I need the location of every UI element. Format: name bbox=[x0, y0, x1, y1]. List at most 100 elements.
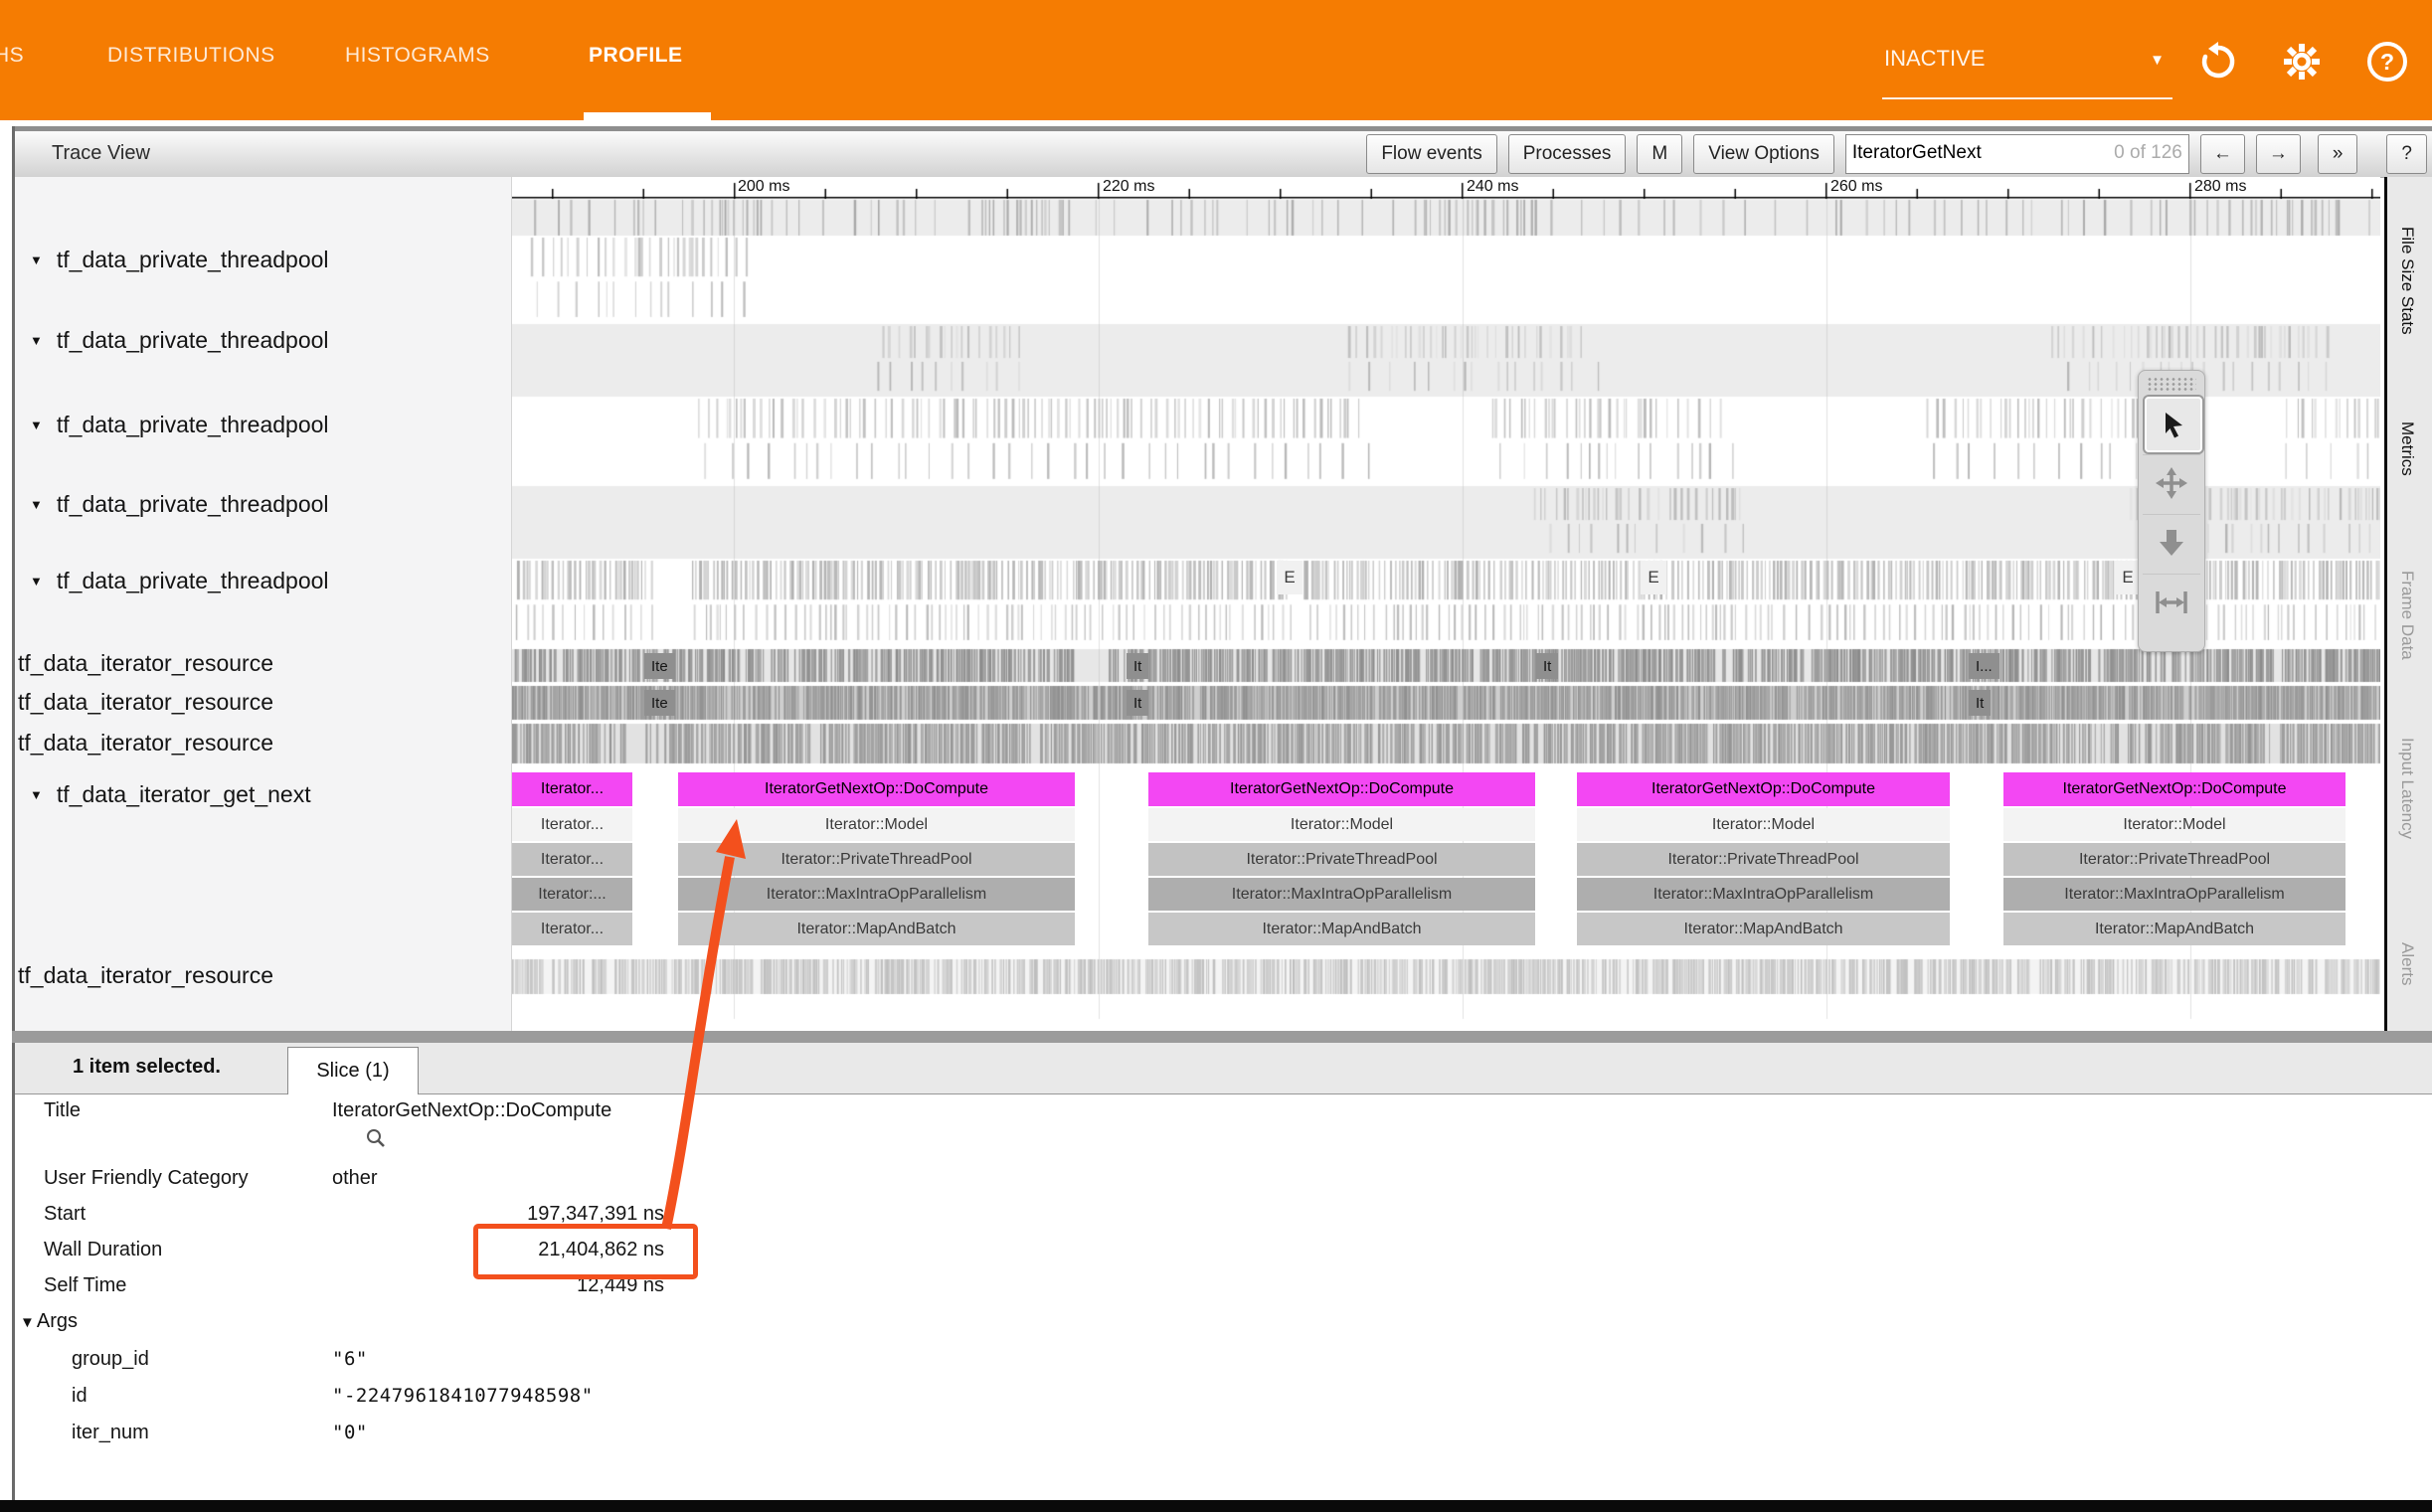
search-input[interactable] bbox=[1852, 135, 2081, 171]
side-tab-file-size-stats[interactable]: File Size Stats bbox=[2397, 227, 2417, 335]
magnifier-icon[interactable] bbox=[364, 1127, 388, 1151]
triangle-down-icon: ▼ bbox=[30, 497, 43, 512]
find-next-button[interactable]: → bbox=[2256, 134, 2301, 174]
slice-iterator-mapandbatch[interactable]: Iterator::MapAndBatch bbox=[678, 913, 1075, 945]
zoom-mode-button[interactable] bbox=[2143, 514, 2200, 571]
slice-iterator-model[interactable]: Iterator::Model bbox=[2003, 808, 2345, 841]
triangle-down-icon: ▼ bbox=[30, 252, 43, 267]
slice-iteratorgetnextop-docompute[interactable]: IteratorGetNextOp::DoCompute bbox=[2003, 772, 2345, 806]
track-name: tf_data_iterator_resource bbox=[18, 650, 273, 676]
track-name: tf_data_private_threadpool bbox=[57, 327, 329, 353]
flow-events-button[interactable]: Flow events bbox=[1366, 134, 1496, 174]
slice-iteratorgetnextop-docompute[interactable]: IteratorGetNextOp::DoCompute bbox=[1577, 772, 1950, 806]
track-name-panel: ▼ tf_data_private_threadpool ▼ tf_data_priv… bbox=[15, 177, 512, 1031]
cursor-arrow-icon bbox=[2159, 410, 2188, 439]
slice-iteratorgetnextop-docompute[interactable]: IteratorGetNextOp::DoCompute bbox=[678, 772, 1075, 806]
ruler-tick-label: 240 ms bbox=[1467, 178, 1518, 196]
svg-text:?: ? bbox=[2380, 49, 2394, 75]
ruler-tick-label: 280 ms bbox=[2194, 178, 2246, 196]
resource-slice-label[interactable]: Ite bbox=[644, 653, 675, 679]
palette-grip-handle[interactable] bbox=[2147, 377, 2196, 393]
slice-iterator-maxintraopparallelism[interactable]: Iterator::MaxIntraOpParallelism bbox=[678, 878, 1075, 911]
annotation-highlight-box bbox=[473, 1224, 698, 1279]
select-mode-button[interactable] bbox=[2143, 395, 2204, 454]
track-name: tf_data_private_threadpool bbox=[57, 568, 329, 593]
slice-iterator-maxintraopparallelism[interactable]: Iterator::MaxIntraOpParallelism bbox=[1148, 878, 1535, 911]
window-bottom-edge bbox=[0, 1500, 2432, 1512]
resource-slice-label[interactable]: I... bbox=[1969, 653, 1999, 679]
search-match-count: 0 of 126 bbox=[2114, 142, 2182, 164]
tab-profile[interactable]: PROFILE bbox=[589, 44, 683, 68]
tab-slice[interactable]: Slice (1) bbox=[287, 1047, 419, 1094]
timing-mode-button[interactable] bbox=[2143, 574, 2200, 630]
analysis-sidebar: File Size Stats Metrics Frame Data Input La… bbox=[2384, 177, 2432, 1031]
track-header-tf-data-iterator-resource: tf_data_iterator_resource bbox=[18, 689, 273, 716]
slice-iterator[interactable]: Iterator... bbox=[512, 772, 632, 806]
side-tab-input-latency[interactable]: Input Latency bbox=[2397, 738, 2417, 839]
slice-iterator-maxintraopparallelism[interactable]: Iterator::MaxIntraOpParallelism bbox=[1577, 878, 1950, 911]
triangle-down-icon: ▼ bbox=[30, 787, 43, 802]
instant-event-marker[interactable]: E bbox=[1277, 561, 1303, 594]
track-name: tf_data_private_threadpool bbox=[57, 491, 329, 517]
resource-slice-label[interactable]: It bbox=[1969, 690, 1991, 716]
pan-mode-button[interactable] bbox=[2143, 454, 2200, 511]
timeline-area[interactable]: 200 ms220 ms240 ms260 ms280 msEEEIteItIt… bbox=[512, 177, 2380, 1031]
track-header-tf-data-iterator-resource: tf_data_iterator_resource bbox=[18, 730, 273, 756]
slice-iterator-mapandbatch[interactable]: Iterator::MapAndBatch bbox=[1577, 913, 1950, 945]
triangle-down-icon: ▼ bbox=[20, 1314, 35, 1331]
track-name: tf_data_iterator_resource bbox=[18, 689, 273, 715]
slice-iterator-model[interactable]: Iterator::Model bbox=[1148, 808, 1535, 841]
resource-slice-label[interactable]: Ite bbox=[644, 690, 675, 716]
triangle-down-icon: ▼ bbox=[30, 418, 43, 432]
ruler-tick-label: 200 ms bbox=[738, 178, 789, 196]
tab-histograms[interactable]: HISTOGRAMS bbox=[345, 44, 490, 68]
instant-event-marker[interactable]: E bbox=[1641, 561, 1666, 594]
slice-iteratorgetnextop-docompute[interactable]: IteratorGetNextOp::DoCompute bbox=[1148, 772, 1535, 806]
slice-iterator[interactable]: Iterator:... bbox=[512, 878, 632, 911]
start-value: 197,347,391 ns bbox=[332, 1203, 664, 1226]
title-label: Title bbox=[44, 1099, 81, 1122]
resource-slice-label[interactable]: It bbox=[1127, 690, 1148, 716]
slice-iterator-privatethreadpool[interactable]: Iterator::PrivateThreadPool bbox=[1577, 843, 1950, 876]
processes-button[interactable]: Processes bbox=[1508, 134, 1627, 174]
slice-iterator-mapandbatch[interactable]: Iterator::MapAndBatch bbox=[2003, 913, 2345, 945]
metadata-button[interactable]: M bbox=[1637, 134, 1682, 174]
panel-divider[interactable] bbox=[12, 1031, 2432, 1043]
side-tab-frame-data[interactable]: Frame Data bbox=[2397, 571, 2417, 660]
refresh-icon[interactable] bbox=[2196, 40, 2240, 84]
find-previous-button[interactable]: ← bbox=[2200, 134, 2245, 174]
slice-iterator-privatethreadpool[interactable]: Iterator::PrivateThreadPool bbox=[678, 843, 1075, 876]
slice-iterator[interactable]: Iterator... bbox=[512, 808, 632, 841]
side-tab-alerts[interactable]: Alerts bbox=[2397, 942, 2417, 985]
track-header-tf-data-private-threadpool[interactable]: ▼ tf_data_private_threadpool bbox=[30, 491, 329, 518]
slice-iterator[interactable]: Iterator... bbox=[512, 843, 632, 876]
track-header-tf-data-iterator-get-next[interactable]: ▼tf_data_iterator_get_next bbox=[30, 781, 311, 808]
tab-graphs[interactable]: HS bbox=[0, 44, 24, 68]
slice-iterator-maxintraopparallelism[interactable]: Iterator::MaxIntraOpParallelism bbox=[2003, 878, 2345, 911]
help-icon[interactable]: ? bbox=[2365, 40, 2409, 84]
track-header-tf-data-private-threadpool[interactable]: ▼tf_data_private_threadpool bbox=[30, 412, 329, 438]
trace-view-title: Trace View bbox=[52, 142, 150, 165]
trace-view-toolbar: Trace View Flow events Processes M View … bbox=[15, 131, 2432, 178]
track-header-tf-data-private-threadpool[interactable]: ▼tf_data_private_threadpool bbox=[30, 327, 329, 354]
slice-iterator-mapandbatch[interactable]: Iterator::MapAndBatch bbox=[1148, 913, 1535, 945]
args-section-toggle[interactable]: ▼Args bbox=[20, 1310, 78, 1333]
run-selector-dropdown[interactable]: INACTIVE ▼ bbox=[1882, 38, 2172, 99]
resource-slice-label[interactable]: It bbox=[1536, 653, 1558, 679]
side-tab-metrics[interactable]: Metrics bbox=[2397, 421, 2417, 476]
find-control: 0 of 126 bbox=[1845, 134, 2189, 174]
collapse-controls-button[interactable]: » bbox=[2318, 134, 2358, 174]
help-shortcut-button[interactable]: ? bbox=[2386, 134, 2427, 174]
slice-iterator-model[interactable]: Iterator::Model bbox=[678, 808, 1075, 841]
slice-iterator-privatethreadpool[interactable]: Iterator::PrivateThreadPool bbox=[1148, 843, 1535, 876]
track-header-tf-data-private-threadpool[interactable]: ▼tf_data_private_threadpool bbox=[30, 568, 329, 594]
slice-iterator-model[interactable]: Iterator::Model bbox=[1577, 808, 1950, 841]
slice-iterator[interactable]: Iterator... bbox=[512, 913, 632, 945]
gear-icon[interactable] bbox=[2280, 40, 2324, 84]
view-options-button[interactable]: View Options bbox=[1693, 134, 1834, 174]
tab-distributions[interactable]: DISTRIBUTIONS bbox=[107, 44, 275, 68]
slice-iterator-privatethreadpool[interactable]: Iterator::PrivateThreadPool bbox=[2003, 843, 2345, 876]
track-header-tf-data-private-threadpool[interactable]: ▼tf_data_private_threadpool bbox=[30, 247, 329, 273]
resource-slice-label[interactable]: It bbox=[1127, 653, 1148, 679]
selection-status: 1 item selected. bbox=[73, 1056, 221, 1079]
